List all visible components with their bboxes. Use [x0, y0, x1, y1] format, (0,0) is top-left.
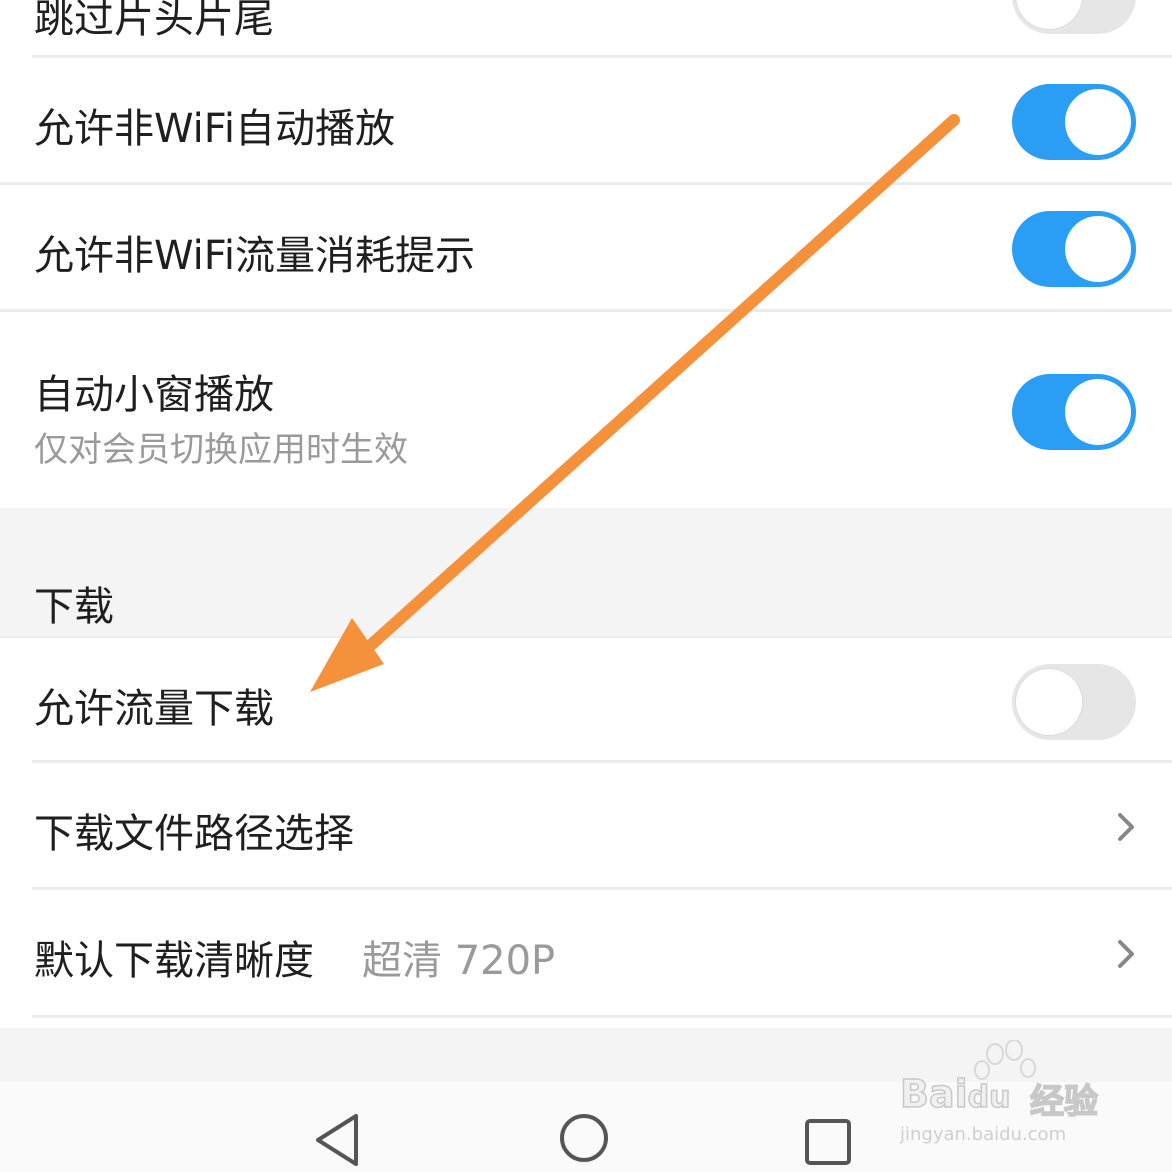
back-triangle-icon[interactable]	[314, 1112, 360, 1168]
home-circle-icon[interactable]	[558, 1112, 610, 1164]
toggle-knob	[1016, 0, 1082, 29]
setting-row-wifi-autoplay[interactable]: 允许非WiFi自动播放	[0, 58, 1172, 185]
watermark-jingyan: 经验	[1029, 1081, 1099, 1123]
section-title-download: 下载	[34, 584, 114, 630]
section-header-download	[0, 508, 1172, 636]
chevron-right-icon	[1118, 813, 1134, 841]
setting-label-allow-data-download: 允许流量下载	[34, 686, 274, 732]
setting-label-wifi-autoplay: 允许非WiFi自动播放	[34, 106, 395, 152]
skip-intro-toggle[interactable]	[1012, 0, 1136, 34]
setting-label-wifi-data-prompt: 允许非WiFi流量消耗提示	[34, 233, 475, 279]
toggle-knob	[1065, 89, 1131, 155]
toggle-knob	[1016, 669, 1082, 735]
setting-row-default-quality[interactable]: 默认下载清晰度 超清 720P	[0, 890, 1172, 1018]
recents-square-icon[interactable]	[804, 1118, 852, 1166]
setting-row-allow-data-download[interactable]: 允许流量下载	[0, 636, 1172, 763]
setting-label-skip-intro: 跳过片头片尾	[34, 0, 274, 42]
setting-label-file-path: 下载文件路径选择	[34, 811, 354, 857]
setting-row-file-path[interactable]: 下载文件路径选择	[0, 763, 1172, 890]
setting-sublabel-mini-window: 仅对会员切换应用时生效	[34, 430, 408, 470]
baidu-watermark: Baidu 经验 jingyan.baidu.com	[898, 1040, 1118, 1150]
chevron-right-icon	[1118, 940, 1134, 968]
setting-row-skip-intro[interactable]: 跳过片头片尾	[0, 0, 1172, 58]
allow-data-download-toggle[interactable]	[1012, 664, 1136, 740]
row-divider	[32, 1015, 1172, 1018]
wifi-autoplay-toggle[interactable]	[1012, 84, 1136, 160]
mini-window-toggle[interactable]	[1012, 374, 1136, 450]
watermark-url: jingyan.baidu.com	[900, 1124, 1067, 1145]
wifi-data-prompt-toggle[interactable]	[1012, 211, 1136, 287]
toggle-knob	[1065, 216, 1131, 282]
setting-label-default-quality: 默认下载清晰度	[34, 938, 314, 984]
setting-row-wifi-data-prompt[interactable]: 允许非WiFi流量消耗提示	[0, 185, 1172, 312]
default-quality-value: 超清 720P	[362, 938, 556, 984]
setting-label-mini-window: 自动小窗播放	[34, 372, 274, 418]
toggle-knob	[1065, 379, 1131, 445]
setting-row-mini-window[interactable]: 自动小窗播放 仅对会员切换应用时生效	[0, 312, 1172, 508]
watermark-brand: Baidu	[899, 1071, 1011, 1117]
